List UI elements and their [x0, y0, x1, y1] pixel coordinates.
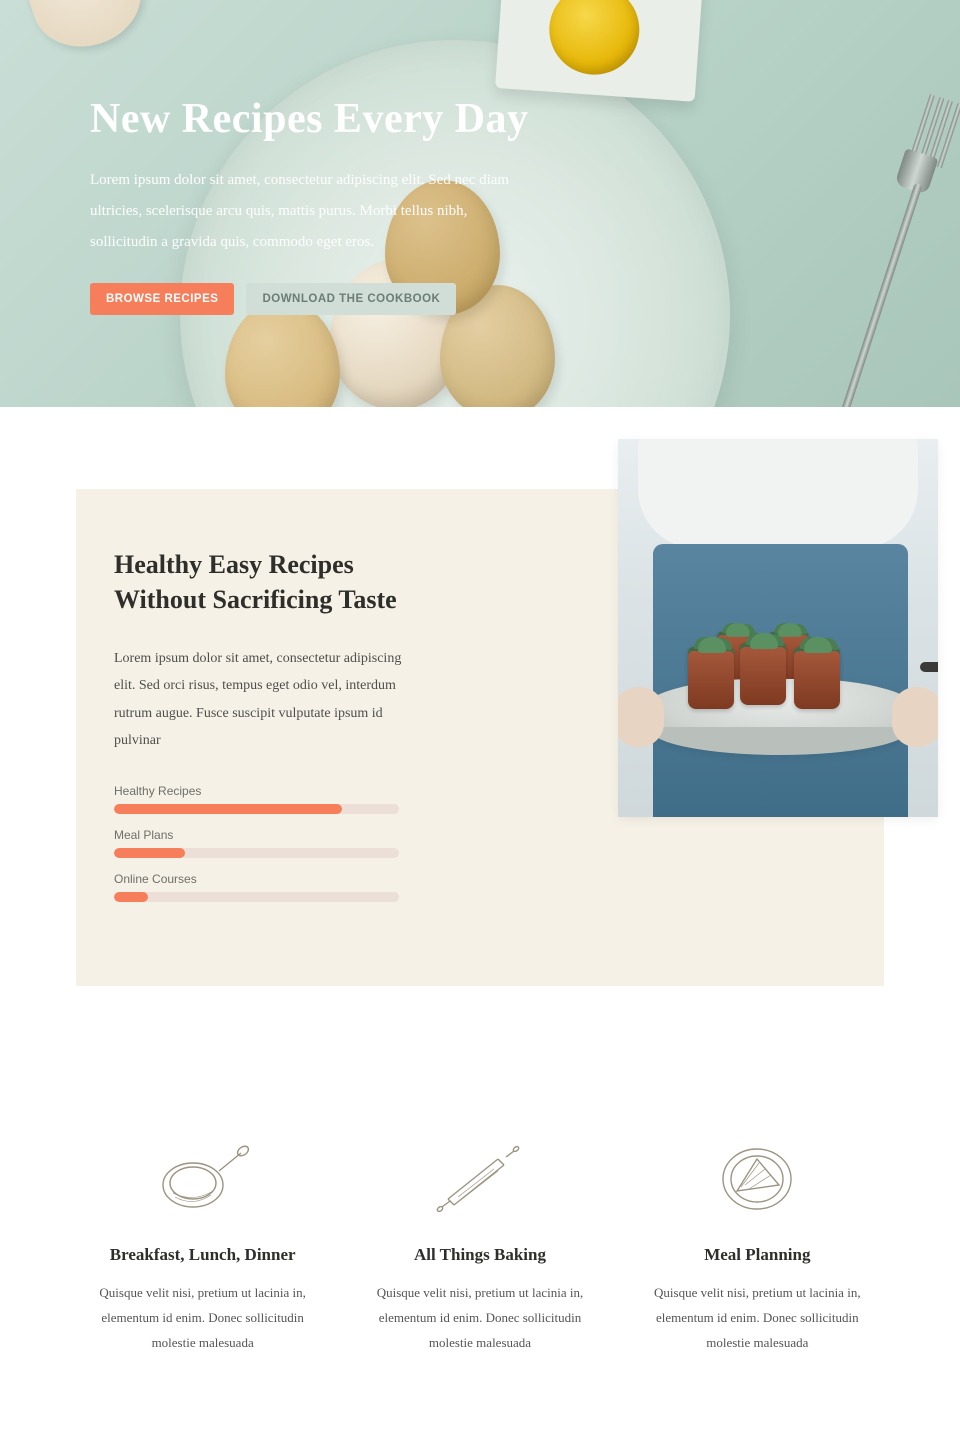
bar-fill	[114, 892, 148, 902]
bar-fill	[114, 804, 342, 814]
bar-track	[114, 848, 399, 858]
intro-description: Lorem ipsum dolor sit amet, consectetur …	[114, 645, 424, 754]
fork-graphic	[831, 95, 957, 407]
intro-card: Healthy Easy Recipes Without Sacrificing…	[76, 489, 884, 986]
crepe-plate-icon	[707, 1141, 807, 1217]
bar-label: Online Courses	[114, 872, 399, 886]
browse-recipes-button[interactable]: BROWSE RECIPES	[90, 283, 234, 315]
hero-section: New Recipes Every Day Lorem ipsum dolor …	[0, 0, 960, 407]
feature-description: Quisque velit nisi, pretium ut lacinia i…	[642, 1281, 872, 1355]
frying-pan-icon	[153, 1141, 253, 1217]
feature-all-things-baking: All Things Baking Quisque velit nisi, pr…	[353, 1141, 606, 1355]
progress-bars: Healthy Recipes Meal Plans Online Course…	[114, 784, 399, 902]
hero-buttons: BROWSE RECIPES DOWNLOAD THE COOKBOOK	[90, 283, 540, 315]
intro-image	[618, 439, 938, 817]
feature-breakfast-lunch-dinner: Breakfast, Lunch, Dinner Quisque velit n…	[76, 1141, 329, 1355]
features-section: Breakfast, Lunch, Dinner Quisque velit n…	[0, 986, 960, 1415]
intro-title: Healthy Easy Recipes Without Sacrificing…	[114, 547, 444, 617]
feature-title: All Things Baking	[353, 1245, 606, 1265]
hero-description: Lorem ipsum dolor sit amet, consectetur …	[90, 165, 520, 257]
bar-label: Meal Plans	[114, 828, 399, 842]
progress-bar-healthy-recipes: Healthy Recipes	[114, 784, 399, 814]
feature-title: Breakfast, Lunch, Dinner	[76, 1245, 329, 1265]
bar-track	[114, 892, 399, 902]
bar-label: Healthy Recipes	[114, 784, 399, 798]
intro-section: Healthy Easy Recipes Without Sacrificing…	[0, 407, 960, 986]
progress-bar-online-courses: Online Courses	[114, 872, 399, 902]
feature-title: Meal Planning	[631, 1245, 884, 1265]
feature-description: Quisque velit nisi, pretium ut lacinia i…	[365, 1281, 595, 1355]
download-cookbook-button[interactable]: DOWNLOAD THE COOKBOOK	[246, 283, 456, 315]
progress-bar-meal-plans: Meal Plans	[114, 828, 399, 858]
bar-fill	[114, 848, 185, 858]
bar-track	[114, 804, 399, 814]
feature-description: Quisque velit nisi, pretium ut lacinia i…	[88, 1281, 318, 1355]
feature-meal-planning: Meal Planning Quisque velit nisi, pretiu…	[631, 1141, 884, 1355]
hero-title: New Recipes Every Day	[90, 95, 540, 143]
rolling-pin-icon	[430, 1141, 530, 1217]
